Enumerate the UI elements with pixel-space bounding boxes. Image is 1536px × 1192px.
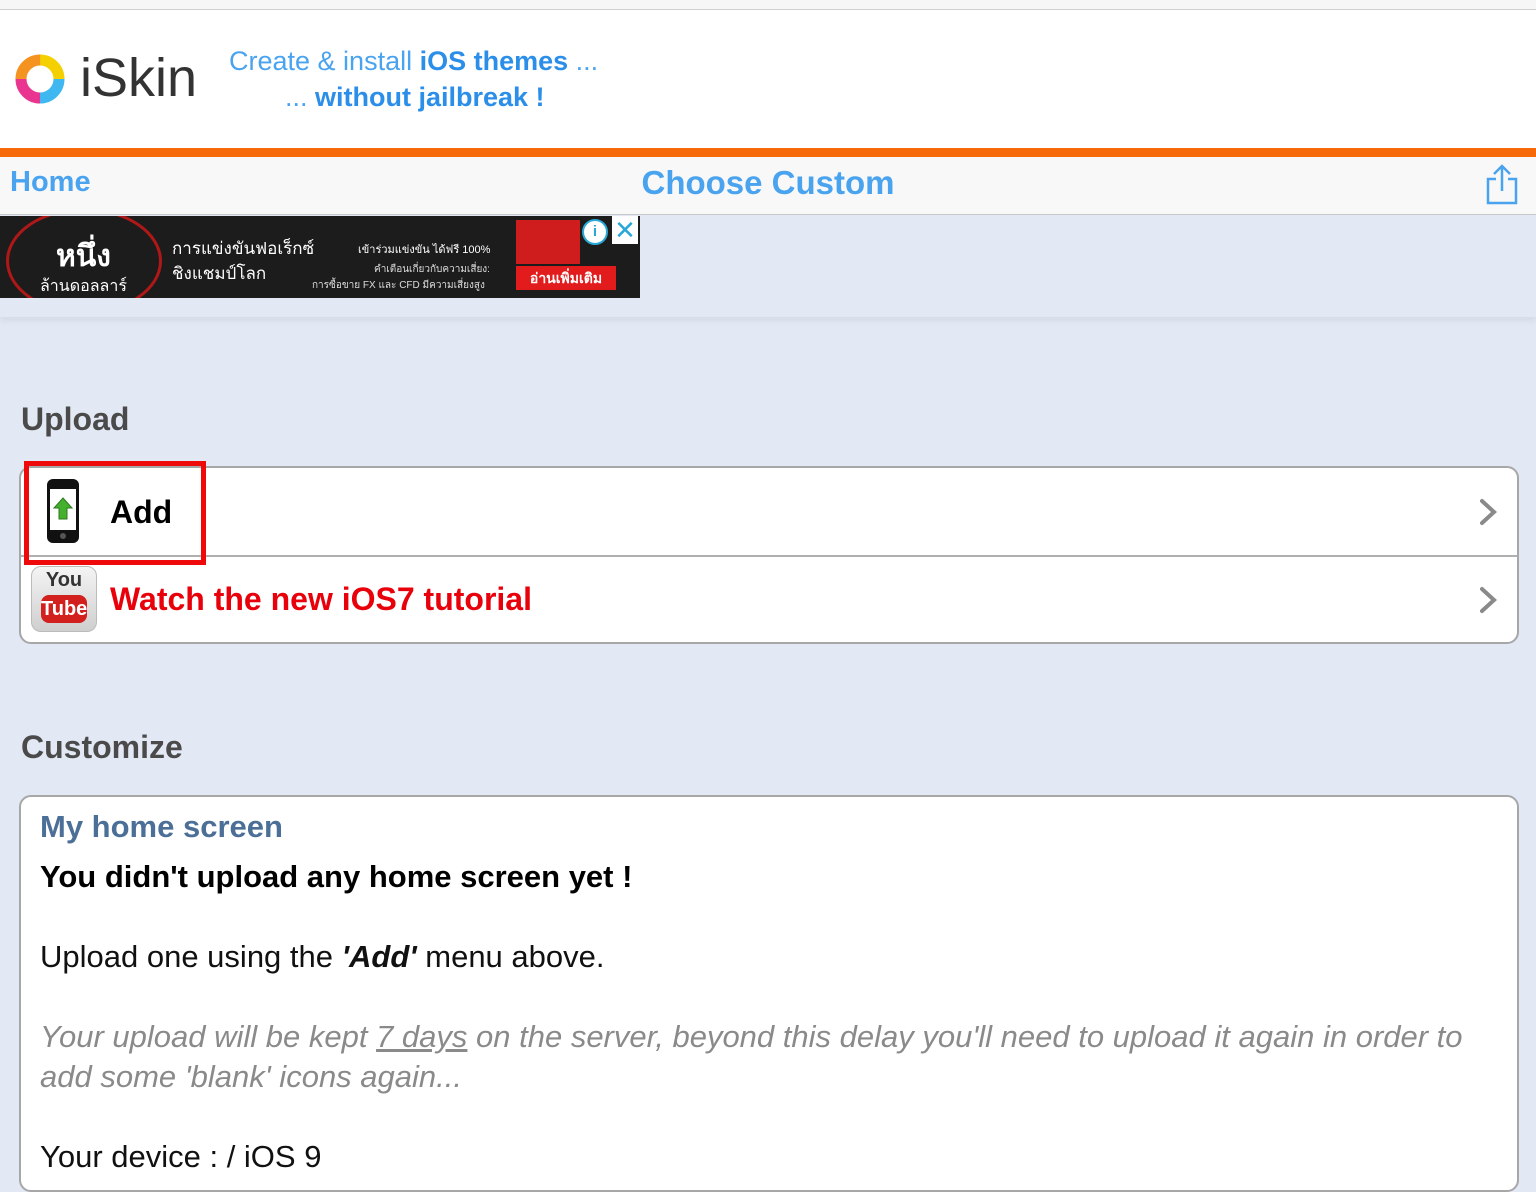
retention-days: 7 days bbox=[376, 1019, 468, 1054]
ad-text-4: คำเตือนเกี่ยวกับความเสี่ยง: bbox=[374, 264, 490, 275]
share-icon[interactable] bbox=[1484, 163, 1520, 207]
accent-bar bbox=[0, 148, 1536, 157]
chevron-right-icon bbox=[1480, 587, 1497, 613]
empty-message: You didn't upload any home screen yet ! bbox=[40, 859, 633, 894]
ad-headline: หนึ่ง bbox=[56, 240, 111, 273]
app-name: iSkin bbox=[80, 48, 198, 108]
device-info: Your device : / iOS 9 bbox=[40, 1139, 322, 1174]
ad-headline-sub: ล้านดอลลาร์ bbox=[40, 278, 127, 295]
home-screen-card: My home screen You didn't upload any hom… bbox=[19, 795, 1519, 1192]
card-title: My home screen bbox=[40, 809, 283, 844]
youtube-icon-text-bottom: Tube bbox=[41, 595, 87, 623]
ad-brand-logo bbox=[516, 220, 580, 264]
tutorial-label: Watch the new iOS7 tutorial bbox=[110, 581, 532, 617]
retention-note: Your upload will be kept 7 days on the s… bbox=[40, 1019, 1463, 1094]
iskin-logo-icon bbox=[15, 54, 65, 104]
add-label: Add bbox=[110, 494, 173, 530]
ad-read-more-button[interactable]: อ่านเพิ่มเติม bbox=[516, 266, 616, 290]
customize-section-title: Customize bbox=[21, 729, 183, 765]
ad-info-icon[interactable]: i bbox=[582, 219, 608, 245]
chevron-right-icon bbox=[1480, 499, 1497, 525]
list-item-add[interactable]: Add bbox=[21, 468, 1517, 557]
ad-text-2: ชิงแชมป์โลก bbox=[172, 264, 267, 283]
ad-text-5: การซื้อขาย FX และ CFD มีความเสี่ยงสูง bbox=[312, 280, 485, 291]
tagline-line-1: Create & install iOS themes ... bbox=[229, 46, 599, 76]
youtube-icon: You Tube bbox=[31, 566, 97, 632]
list-item-tutorial[interactable]: You Tube Watch the new iOS7 tutorial bbox=[21, 556, 1517, 643]
tagline-line-2: ... without jailbreak ! bbox=[285, 82, 545, 112]
upload-list: Add You Tube Watch the new iOS7 tutorial bbox=[19, 466, 1519, 644]
upload-section-title: Upload bbox=[21, 401, 130, 437]
site-header: iSkin Create & install iOS themes ... ..… bbox=[0, 10, 1536, 148]
page-title: Choose Custom bbox=[641, 164, 895, 201]
ad-text-3: เข้าร่วมแข่งขัน ได้ฟรี 100% bbox=[358, 244, 491, 256]
instruction-text: Upload one using the 'Add' menu above. bbox=[40, 939, 605, 974]
phone-upload-icon bbox=[47, 479, 79, 543]
browser-top-strip bbox=[0, 0, 1536, 10]
ad-text-1: การแข่งขันฟอเร็กซ์ bbox=[172, 239, 315, 258]
advertisement-banner[interactable]: หนึ่ง ล้านดอลลาร์ การแข่งขันฟอเร็กซ์ ชิง… bbox=[0, 216, 640, 298]
youtube-icon-text-top: You bbox=[45, 569, 83, 591]
ad-close-icon[interactable]: ✕ bbox=[612, 216, 638, 244]
nav-bar: Home Choose Custom bbox=[0, 157, 1536, 215]
